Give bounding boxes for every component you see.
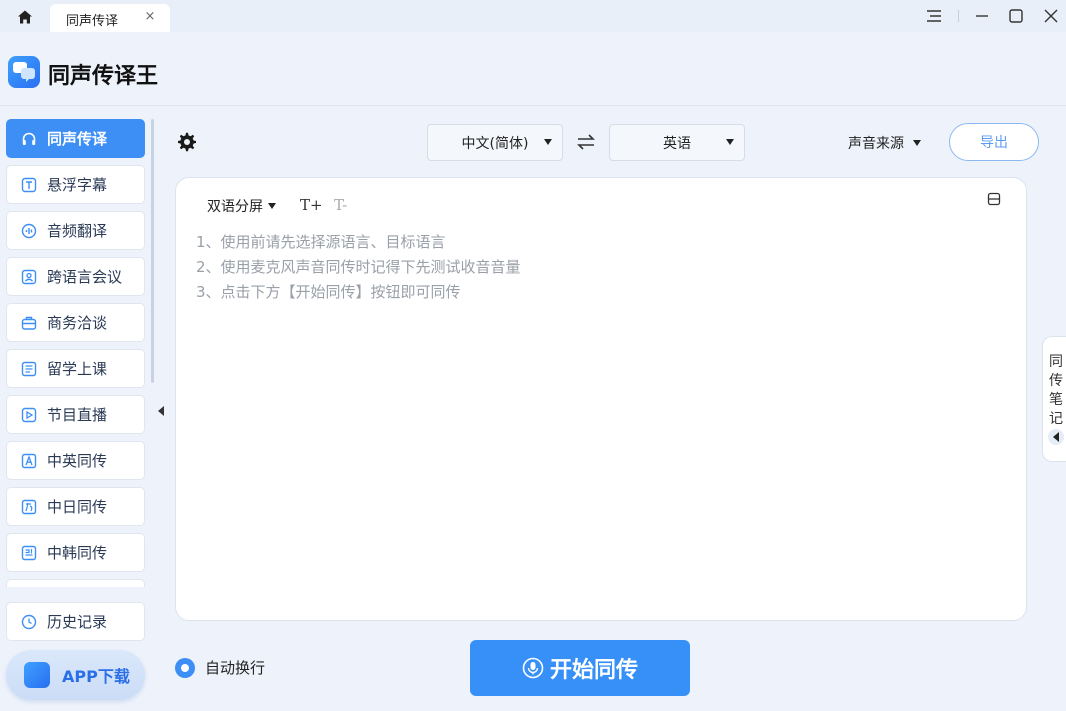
sidebar-item-label: 商务洽谈: [47, 314, 108, 332]
sidebar-item-label: 同声传译: [47, 130, 108, 148]
sidebar-item-chinese-korean[interactable]: 中韩同传: [6, 533, 145, 572]
tab-simultaneous-interpretation[interactable]: 同声传译 ×: [50, 4, 170, 32]
maximize-icon[interactable]: [1003, 4, 1029, 28]
chat-bubble-logo-icon: [8, 56, 40, 88]
target-language-select[interactable]: 英语: [609, 124, 745, 161]
close-window-icon[interactable]: [1038, 4, 1064, 28]
sidebar-item-label: 历史记录: [47, 613, 108, 631]
headphones-icon: [21, 131, 37, 147]
play-icon: [21, 407, 37, 423]
divider: [958, 10, 959, 22]
hint-line: 1、使用前请先选择源语言、目标语言: [196, 233, 446, 251]
app-download-button[interactable]: APP下载: [6, 650, 145, 700]
app-header: 同声传译王: [0, 32, 1066, 106]
sidebar-item-label: 留学上课: [47, 360, 108, 378]
menu-icon[interactable]: [921, 4, 947, 28]
font-increase-button[interactable]: T+: [300, 196, 323, 214]
sidebar-item-live-broadcast[interactable]: 节目直播: [6, 395, 145, 434]
sidebar-item-chinese-english[interactable]: 中英同传: [6, 441, 145, 480]
voice-source-label: 声音来源: [848, 136, 904, 152]
close-icon[interactable]: ×: [142, 9, 158, 25]
app-download-label: APP下载: [62, 667, 130, 686]
title-bar: 同声传译 ×: [0, 0, 1066, 32]
audio-wave-icon: [21, 223, 37, 239]
transcript-panel: 双语分屏 T+ T- 1、使用前请先选择源语言、目标语言 2、使用麦克风声音同传…: [175, 177, 1027, 621]
chevron-down-icon: [913, 140, 921, 146]
voice-source-dropdown[interactable]: 声音来源: [848, 133, 921, 153]
sidebar-item-label: 节目直播: [47, 406, 108, 424]
book-icon: [21, 361, 37, 377]
notes-side-tab[interactable]: 同传笔记: [1042, 336, 1066, 462]
sidebar-item-cross-language-meeting[interactable]: 跨语言会议: [6, 257, 145, 296]
sidebar-item-label: 中韩同传: [47, 544, 108, 562]
sidebar-item-more[interactable]: [6, 579, 145, 587]
sidebar-item-simultaneous[interactable]: 同声传译: [6, 119, 145, 158]
person-card-icon: [21, 269, 37, 285]
sidebar-item-label: 中英同传: [47, 452, 108, 470]
hint-line: 3、点击下方【开始同传】按钮即可同传: [196, 283, 461, 301]
tab-label: 同声传译: [66, 14, 119, 29]
gear-icon[interactable]: [176, 131, 198, 153]
chevron-down-icon: [726, 139, 734, 145]
font-decrease-button[interactable]: T-: [334, 196, 347, 214]
hangul-icon: [21, 545, 37, 561]
sidebar-item-chinese-japanese[interactable]: 中日同传: [6, 487, 145, 526]
sidebar-item-floating-subtitles[interactable]: 悬浮字幕: [6, 165, 145, 204]
source-language-select[interactable]: 中文(简体): [427, 124, 563, 161]
microphone-icon: [522, 657, 544, 679]
sidebar-item-business-negotiation[interactable]: 商务洽谈: [6, 303, 145, 342]
export-button[interactable]: 导出: [949, 123, 1039, 161]
display-mode-value: 双语分屏: [207, 199, 263, 215]
source-language-value: 中文(简体): [461, 135, 529, 152]
text-box-icon: [21, 177, 37, 193]
display-mode-dropdown[interactable]: 双语分屏: [207, 196, 276, 216]
hint-line: 2、使用麦克风声音同传时记得下先测试收音音量: [196, 258, 521, 276]
start-interpretation-button[interactable]: 开始同传: [470, 640, 690, 696]
sidebar-item-study-abroad[interactable]: 留学上课: [6, 349, 145, 388]
sidebar: 同声传译 悬浮字幕 音频翻译 跨语言会议 商务洽谈 留学上课 节目直播 中英同传…: [0, 107, 164, 711]
home-icon[interactable]: [12, 6, 38, 28]
sidebar-item-label: 悬浮字幕: [47, 176, 108, 194]
split-layout-icon[interactable]: [987, 191, 1001, 206]
kana-icon: [21, 499, 37, 515]
sidebar-item-label: 音频翻译: [47, 222, 108, 240]
collapse-sidebar-icon[interactable]: [154, 398, 168, 424]
auto-wrap-option[interactable]: 自动换行: [175, 657, 265, 678]
usage-hints: 1、使用前请先选择源语言、目标语言 2、使用麦克风声音同传时记得下先测试收音音量…: [196, 230, 521, 305]
auto-wrap-radio[interactable]: [175, 657, 195, 678]
briefcase-icon: [21, 315, 37, 331]
notes-tab-label: 同传笔记: [1049, 354, 1063, 427]
sidebar-scrollbar[interactable]: [151, 119, 154, 383]
sidebar-item-label: 跨语言会议: [47, 268, 123, 286]
target-language-value: 英语: [663, 135, 691, 152]
chevron-down-icon: [268, 203, 276, 209]
letter-a-icon: [21, 453, 37, 469]
minimize-icon[interactable]: [969, 4, 995, 28]
sidebar-item-label: 中日同传: [47, 498, 108, 516]
chevron-down-icon: [544, 139, 552, 145]
chat-bubble-logo-icon: [24, 662, 50, 688]
sidebar-item-audio-translate[interactable]: 音频翻译: [6, 211, 145, 250]
app-title: 同声传译王: [48, 64, 159, 89]
expand-notes-icon[interactable]: [1048, 429, 1064, 445]
sidebar-item-history[interactable]: 历史记录: [6, 602, 145, 641]
auto-wrap-label: 自动换行: [205, 659, 266, 677]
start-label: 开始同传: [549, 658, 638, 683]
clock-icon: [21, 614, 37, 630]
swap-languages-icon[interactable]: [576, 131, 596, 153]
